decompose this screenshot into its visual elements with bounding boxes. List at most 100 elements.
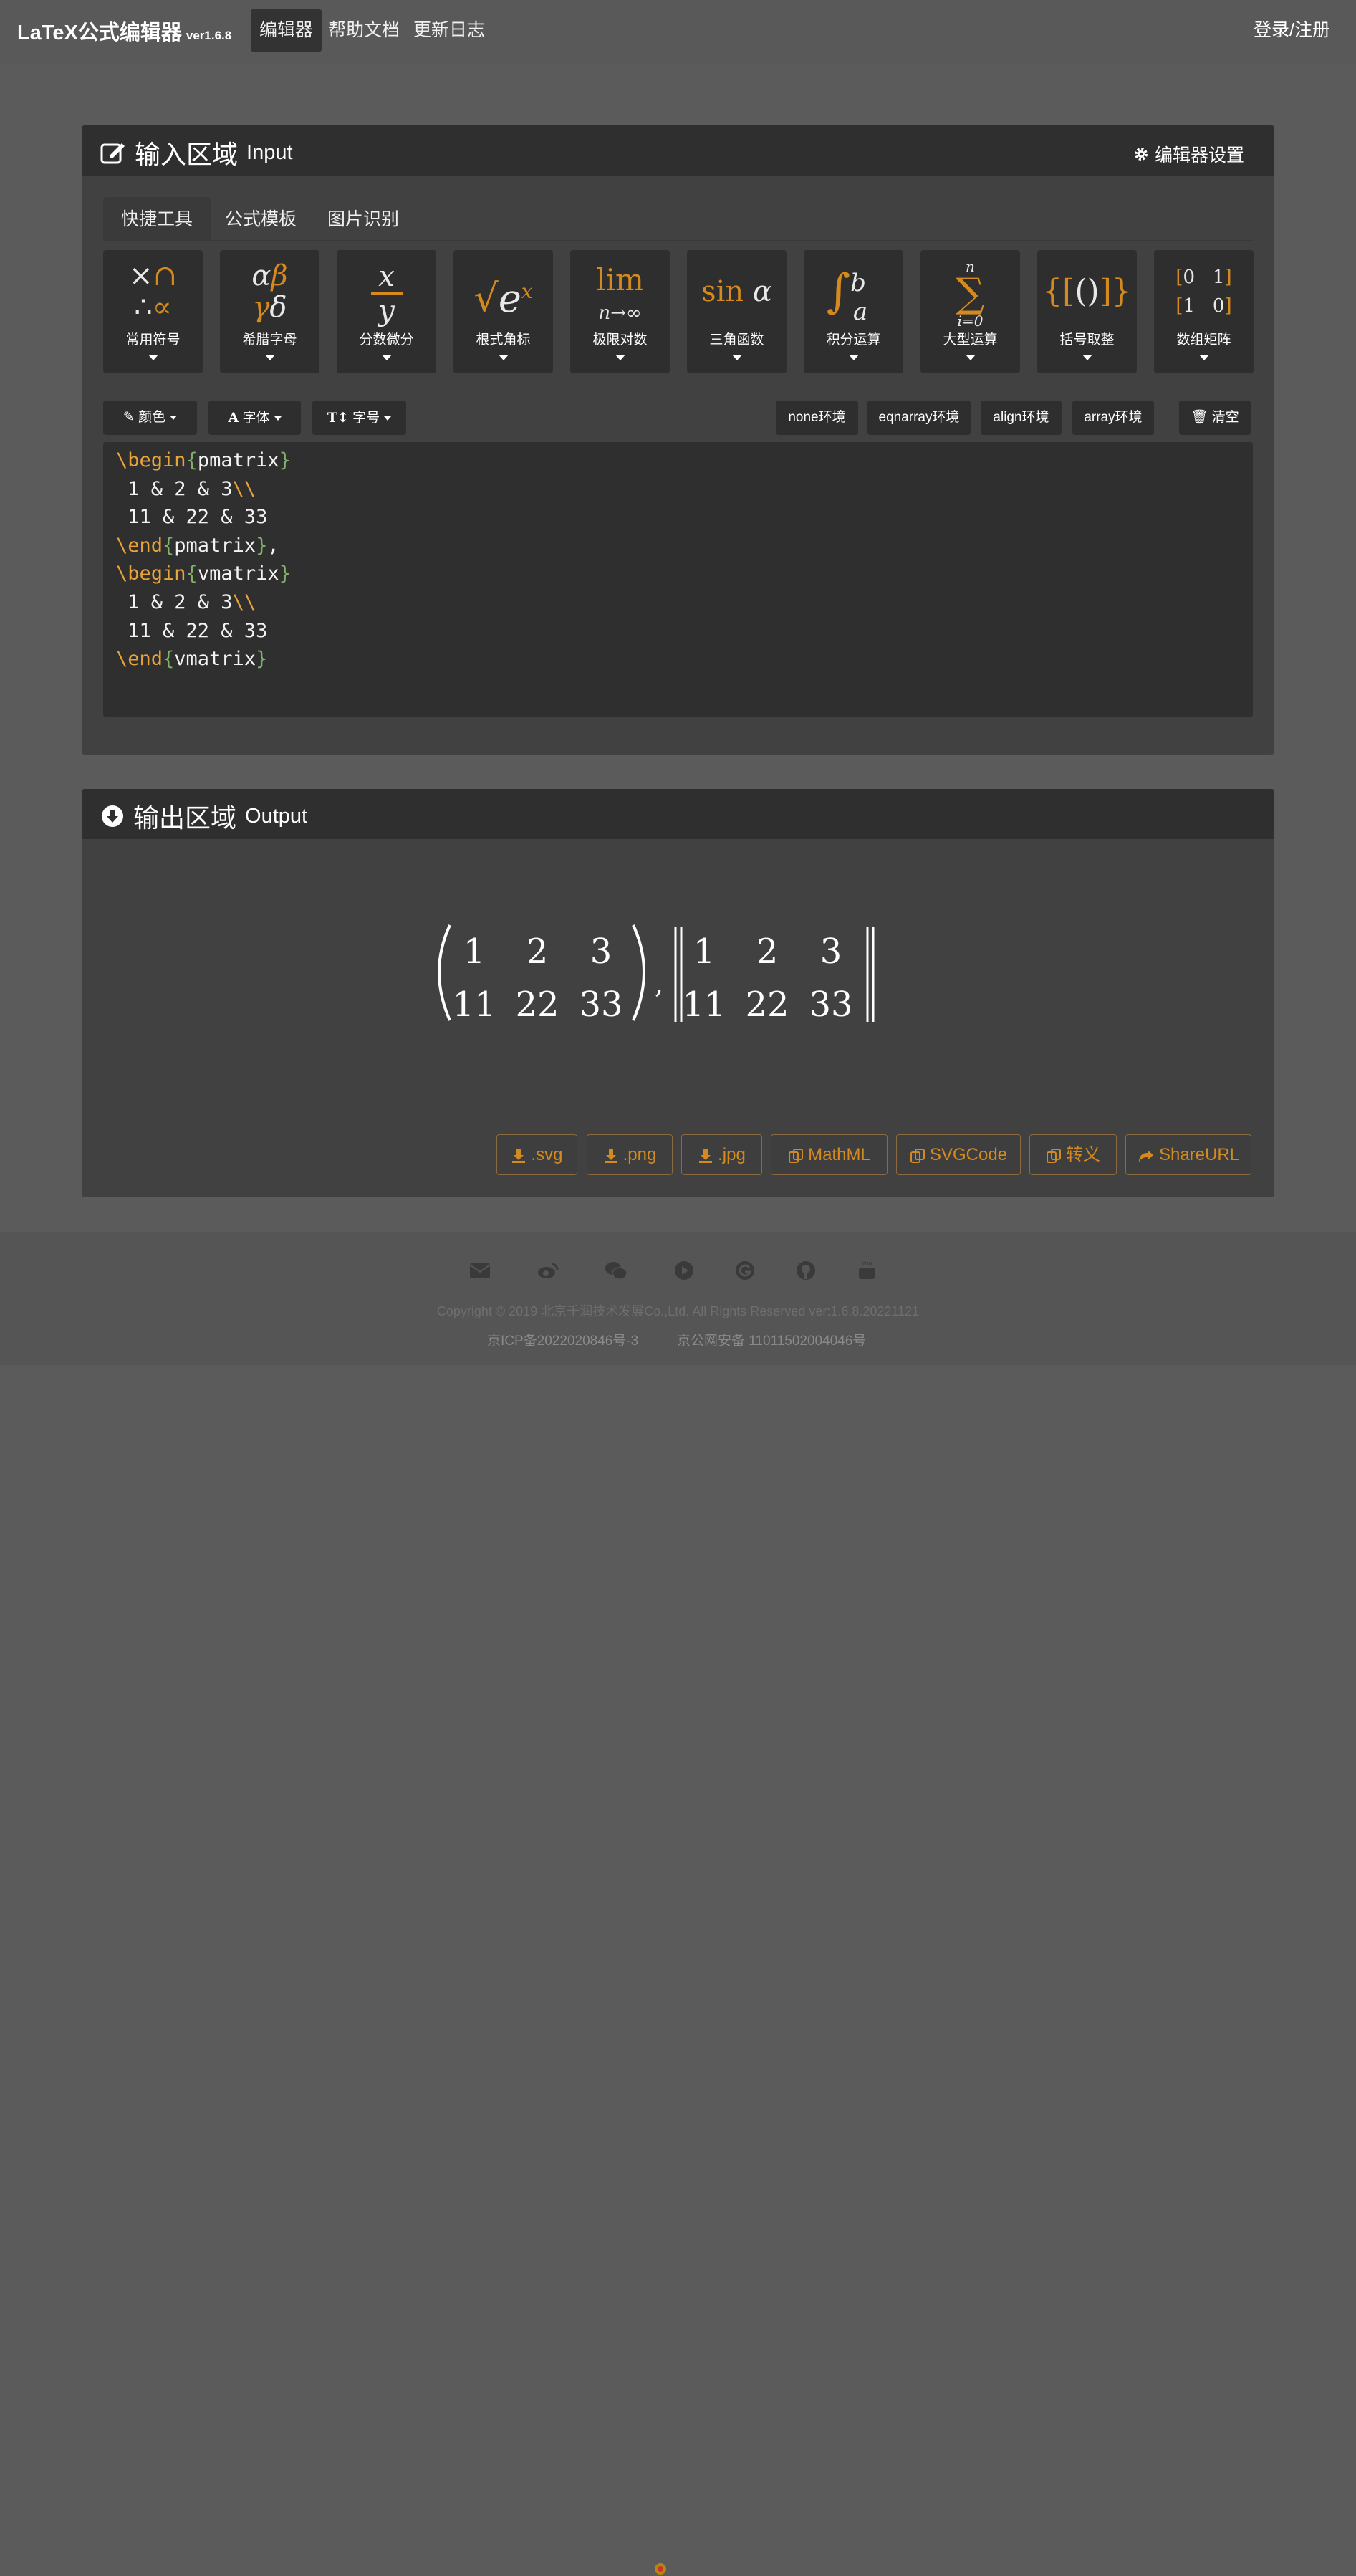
- police-badge-icon: [655, 2563, 666, 2575]
- matrix2-cell: 2: [756, 932, 779, 972]
- email-icon[interactable]: [468, 1258, 492, 1283]
- settings-label: 编辑器设置: [1154, 145, 1244, 166]
- github-icon[interactable]: [794, 1258, 818, 1283]
- tab-quick-tools[interactable]: 快捷工具: [103, 197, 211, 241]
- tool-radical[interactable]: √ex 根式角标: [453, 250, 553, 373]
- video-icon[interactable]: [672, 1258, 696, 1283]
- env-array-button[interactable]: array环境: [1072, 401, 1154, 435]
- code-line: \end{vmatrix}: [116, 648, 268, 671]
- code-line: 11 & 22 & 33: [116, 619, 268, 642]
- caret-down-icon: [170, 415, 178, 420]
- caret-down-icon: [265, 355, 275, 360]
- font-icon: A: [228, 410, 239, 426]
- env-eqnarray-button[interactable]: eqnarray环境: [867, 401, 971, 435]
- font-button[interactable]: A 字体: [208, 401, 301, 435]
- tab-image-recognition[interactable]: 图片识别: [309, 197, 417, 241]
- nav-help[interactable]: 帮助文档: [319, 9, 408, 52]
- right-paren: [632, 924, 645, 1021]
- download-icon: [512, 1149, 526, 1163]
- caret-down-icon: [615, 355, 625, 360]
- input-subtitle: Input: [246, 140, 293, 164]
- code-line: 1 & 2 & 3\\: [116, 590, 256, 613]
- tool-brackets[interactable]: {[()]} 括号取整: [1037, 250, 1137, 373]
- share-url-button[interactable]: ShareURL: [1125, 1134, 1251, 1175]
- caret-down-icon: [849, 355, 859, 360]
- login-register-link[interactable]: 登录/注册: [1254, 9, 1330, 52]
- matrix1-cell: 2: [526, 932, 549, 972]
- download-jpg-button[interactable]: .jpg: [681, 1134, 762, 1175]
- tool-label: 括号取整: [1059, 332, 1115, 348]
- caret-down-icon: [382, 355, 392, 360]
- tool-label: 希腊字母: [242, 332, 297, 348]
- fraction-icon: xy: [337, 256, 436, 327]
- clear-label: 清空: [1211, 410, 1239, 425]
- matrix1-cell: 1: [463, 932, 486, 972]
- caret-down-icon: [499, 355, 509, 360]
- copy-svgcode-button[interactable]: SVGCode: [896, 1134, 1021, 1175]
- g-icon[interactable]: [733, 1258, 757, 1283]
- download-png-button[interactable]: .png: [587, 1134, 673, 1175]
- color-button[interactable]: ✎ 颜色: [103, 401, 197, 435]
- wechat-icon[interactable]: [604, 1258, 628, 1283]
- rendered-formula: , 1 2 3 11 22 33 1 2 3 11 22 33: [425, 921, 941, 1029]
- common-symbols-icon: ×∩ ∴∝: [128, 259, 178, 324]
- code-line: 11 & 22 & 33: [116, 506, 268, 529]
- code-line: \end{pmatrix},: [116, 534, 279, 557]
- copy-icon: [1047, 1148, 1061, 1163]
- tool-matrix[interactable]: [0 1] [1 0] 数组矩阵: [1154, 250, 1254, 373]
- tool-limit[interactable]: lim n→∞ 极限对数: [570, 250, 670, 373]
- nav-editor[interactable]: 编辑器: [251, 9, 322, 52]
- matrix2-cell: 33: [809, 985, 852, 1025]
- footer: You Copyright © 2019 北京千润技术发展Co.,Ltd. Al…: [0, 1232, 1356, 2575]
- tool-fraction[interactable]: xy 分数微分: [337, 250, 436, 373]
- tab-formula-templates[interactable]: 公式模板: [207, 197, 314, 241]
- input-panel-title: 输入区域 Input: [100, 134, 293, 171]
- tool-sum[interactable]: n ∑ i=0 大型运算: [920, 250, 1020, 373]
- tool-integral[interactable]: ∫ba 积分运算: [804, 250, 903, 373]
- env-none-button[interactable]: none环境: [776, 401, 858, 435]
- tool-label: 根式角标: [476, 332, 531, 348]
- color-label: 颜色: [138, 410, 166, 425]
- tool-label: 极限对数: [592, 332, 648, 348]
- comma: ,: [655, 968, 663, 1000]
- copy-escape-button[interactable]: 转义: [1029, 1134, 1117, 1175]
- code-line: 1 & 2 & 3\\: [116, 477, 256, 500]
- nav-changelog[interactable]: 更新日志: [405, 9, 494, 52]
- clear-button[interactable]: 🗑 清空: [1179, 401, 1251, 435]
- weibo-icon[interactable]: [536, 1258, 560, 1283]
- output-subtitle: Output: [245, 804, 308, 828]
- output-title-text: 输出区域: [133, 803, 237, 833]
- youtube-icon[interactable]: You: [855, 1258, 879, 1283]
- tool-greek-letters[interactable]: αβ γδ 希腊字母: [220, 250, 319, 373]
- input-panel-header: 输入区域 Input 编辑器设置: [82, 125, 1274, 176]
- png-label: .png: [622, 1145, 657, 1164]
- edit-icon: [100, 143, 125, 164]
- tool-label: 分数微分: [359, 332, 414, 348]
- icp-link[interactable]: 京ICP备2022020846号-3: [487, 1330, 638, 1349]
- share-label: ShareURL: [1158, 1145, 1240, 1164]
- editor-settings-button[interactable]: 编辑器设置: [1133, 141, 1244, 167]
- police-record-link[interactable]: 京公网安备 11011502004046号: [677, 1330, 866, 1349]
- latex-code-editor[interactable]: \begin{pmatrix} 1 & 2 & 3\\ 11 & 22 & 33…: [103, 442, 1253, 717]
- svg-text:You: You: [861, 1260, 872, 1267]
- font-label: 字体: [242, 411, 270, 426]
- brand[interactable]: LaTeX公式编辑器 ver1.6.8: [17, 16, 231, 46]
- code-line: \begin{pmatrix}: [116, 449, 291, 471]
- download-svg-button[interactable]: .svg: [496, 1134, 577, 1175]
- font-size-button[interactable]: T↕ 字号: [312, 401, 406, 435]
- jpg-label: .jpg: [718, 1145, 746, 1164]
- copy-icon: [789, 1148, 804, 1163]
- copy-mathml-button[interactable]: MathML: [771, 1134, 888, 1175]
- caret-down-icon: [274, 416, 282, 421]
- radical-icon: √ex: [473, 276, 533, 321]
- tool-trig[interactable]: sin α 三角函数: [687, 250, 787, 373]
- mathml-label: MathML: [808, 1145, 870, 1164]
- env-align-button[interactable]: align环境: [981, 401, 1062, 435]
- sum-icon: n ∑ i=0: [956, 258, 985, 330]
- tool-common-symbols[interactable]: ×∩ ∴∝ 常用符号: [103, 250, 203, 373]
- copyright-text: Copyright © 2019 北京千润技术发展Co.,Ltd. All Ri…: [436, 1304, 920, 1318]
- left-paren: [438, 924, 451, 1021]
- greek-letters-icon: αβ γδ: [251, 259, 288, 324]
- tool-label: 积分运算: [826, 332, 881, 348]
- tool-label: 三角函数: [709, 332, 764, 348]
